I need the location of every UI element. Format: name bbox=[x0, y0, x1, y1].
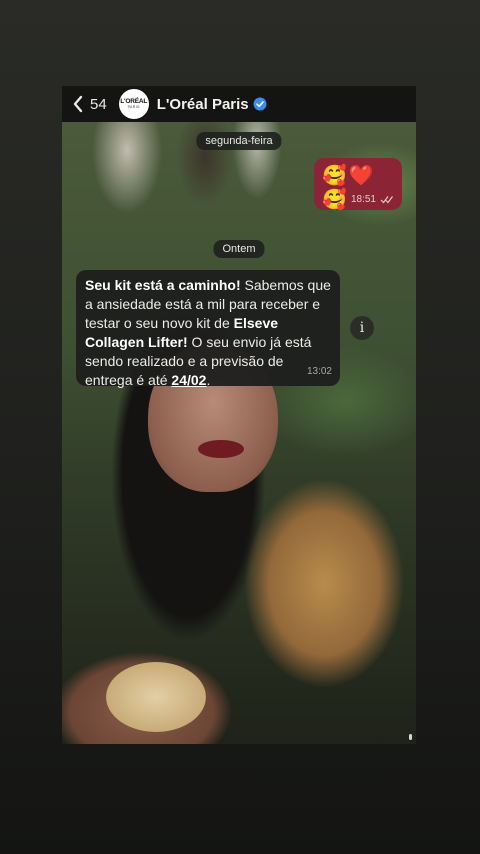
feather-headdress bbox=[62, 122, 322, 262]
jaguar-paw bbox=[106, 662, 206, 732]
brand-logo-subtext: PARIS bbox=[127, 105, 140, 109]
chat-header: 54 L'ORÉAL PARIS L'Oréal Paris bbox=[62, 86, 416, 122]
date-chip-yesterday: Ontem bbox=[213, 240, 265, 258]
outgoing-message[interactable]: 🥰❤️🥰 18:51 bbox=[314, 158, 402, 211]
scroll-indicator bbox=[409, 734, 412, 740]
double-check-icon bbox=[380, 196, 393, 204]
date-chip-monday: segunda-feira bbox=[196, 132, 282, 150]
chevron-left-icon bbox=[73, 95, 83, 113]
message-time: 13:02 bbox=[306, 366, 332, 377]
contact-name[interactable]: L'Oréal Paris bbox=[157, 96, 249, 113]
story-frame: 54 L'ORÉAL PARIS L'Oréal Paris segunda-f… bbox=[62, 86, 416, 744]
message-meta: 18:51 bbox=[351, 194, 394, 205]
message-text: . bbox=[206, 372, 211, 388]
back-button[interactable]: 54 bbox=[72, 95, 107, 113]
jaguar bbox=[212, 452, 416, 744]
message-bold-text: Seu kit está a caminho! bbox=[85, 277, 241, 293]
delivery-date-link[interactable]: 24/02 bbox=[171, 372, 206, 388]
info-button[interactable]: i bbox=[350, 316, 374, 340]
message-time: 18:51 bbox=[350, 194, 376, 205]
verified-badge-icon bbox=[253, 97, 267, 111]
avatar[interactable]: L'ORÉAL PARIS bbox=[118, 89, 149, 119]
chat-background-photo: segunda-feira 🥰❤️🥰 18:51 Ontem Seu kit e… bbox=[62, 122, 416, 744]
incoming-message[interactable]: Seu kit está a caminho! Sabemos que a an… bbox=[76, 270, 340, 388]
unread-count: 54 bbox=[90, 95, 107, 113]
